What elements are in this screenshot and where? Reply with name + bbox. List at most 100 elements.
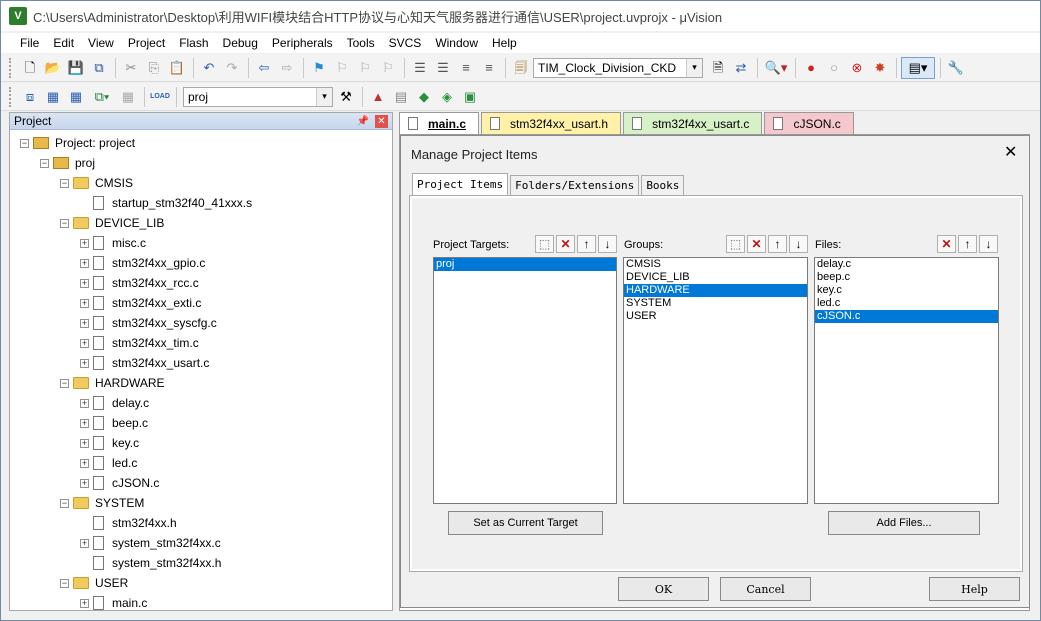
bookmark-icon[interactable]: ⚑ [308, 57, 330, 79]
expand-icon[interactable]: + [80, 418, 89, 428]
indent-icon[interactable]: ☰ [409, 57, 431, 79]
file-extensions-icon[interactable]: ▤ [390, 86, 412, 108]
list-item[interactable]: cJSON.c [815, 310, 998, 323]
undo-icon[interactable]: ↶ [198, 57, 220, 79]
tree-group-item[interactable]: − CMSIS [60, 173, 133, 193]
collapse-icon[interactable]: − [60, 218, 69, 228]
target-options-icon[interactable]: ⚒ [335, 86, 357, 108]
tree-file-item[interactable]: + misc.c [80, 233, 146, 253]
tree-group-item[interactable]: − HARDWARE [60, 373, 165, 393]
editor-tab[interactable]: main.c [399, 112, 480, 134]
next-bookmark-icon[interactable]: ⚐ [354, 57, 376, 79]
list-item[interactable]: delay.c [815, 258, 998, 271]
collapse-icon[interactable]: − [60, 578, 69, 588]
list-item[interactable]: HARDWARE [624, 284, 807, 297]
build-icon[interactable]: ▦ [42, 86, 64, 108]
files-listbox[interactable]: delay.c beep.c key.c led.c cJSON.c [814, 257, 999, 504]
delete-icon[interactable]: ✕ [556, 235, 575, 253]
save-icon[interactable]: 💾 [65, 57, 87, 79]
list-item[interactable]: key.c [815, 284, 998, 297]
list-item[interactable]: SYSTEM [624, 297, 807, 310]
expand-icon[interactable]: + [80, 278, 89, 288]
load-icon[interactable]: LOAD [149, 86, 171, 108]
collapse-icon[interactable]: − [20, 138, 29, 148]
kill-breakpoints-icon[interactable]: ✸ [869, 57, 891, 79]
menu-item-edit[interactable]: Edit [46, 33, 81, 53]
rebuild-icon[interactable]: ▦ [65, 86, 87, 108]
expand-icon[interactable]: + [80, 298, 89, 308]
clear-bookmarks-icon[interactable]: ⚐ [377, 57, 399, 79]
add-files-button[interactable]: Add Files... [828, 511, 980, 535]
find-icon[interactable]: 🗎 [707, 57, 729, 79]
open-folder-icon[interactable]: 📂 [42, 57, 64, 79]
stop-build-icon[interactable]: ▦ [117, 86, 139, 108]
batch-build-icon[interactable]: ⧉▾ [88, 86, 116, 108]
tree-file-item[interactable]: + stm32f4xx_exti.c [80, 293, 201, 313]
enable-breakpoint-icon[interactable]: ○ [823, 57, 845, 79]
tree-file-item[interactable]: + stm32f4xx_tim.c [80, 333, 199, 353]
copy-icon[interactable]: ⎘ [143, 57, 165, 79]
tree-file-item[interactable]: + beep.c [80, 413, 148, 433]
help-button[interactable]: Help [929, 577, 1020, 601]
toolbar-grip[interactable] [9, 86, 13, 107]
editor-tab[interactable]: stm32f4xx_usart.c [623, 112, 763, 134]
close-icon[interactable]: ✕ [1004, 145, 1017, 161]
tree-file-item[interactable]: + stm32f4xx_rcc.c [80, 273, 199, 293]
translate-icon[interactable]: ⧈ [19, 86, 41, 108]
menu-item-project[interactable]: Project [121, 33, 172, 53]
expand-icon[interactable]: + [80, 598, 89, 608]
manage-project-items-icon[interactable]: ▲ [367, 86, 389, 108]
pack-installer-icon[interactable]: ▣ [459, 86, 481, 108]
tree-file-item[interactable]: startup_stm32f40_41xxx.s [80, 193, 252, 213]
dialog-tab[interactable]: Project Items [412, 173, 509, 195]
incremental-find-icon[interactable]: ⇄ [730, 57, 752, 79]
menu-item-file[interactable]: File [13, 33, 46, 53]
paste-icon[interactable]: 📋 [166, 57, 188, 79]
editor-tab[interactable]: stm32f4xx_usart.h [481, 112, 622, 134]
tree-file-item[interactable]: + delay.c [80, 393, 149, 413]
menu-item-tools[interactable]: Tools [340, 33, 382, 53]
manage-components-icon[interactable]: ◆ [413, 86, 435, 108]
expand-icon[interactable]: + [80, 258, 89, 268]
expand-icon[interactable]: + [80, 318, 89, 328]
list-item[interactable]: proj [434, 258, 616, 271]
tree-file-item[interactable]: + cJSON.c [80, 473, 159, 493]
tree-group-item[interactable]: − USER [60, 573, 128, 593]
cut-icon[interactable]: ✂ [120, 57, 142, 79]
chevron-down-icon[interactable]: ▾ [686, 58, 702, 77]
expand-icon[interactable]: + [80, 238, 89, 248]
comment-icon[interactable]: ≡ [455, 57, 477, 79]
collapse-icon[interactable]: − [60, 378, 69, 388]
delete-icon[interactable]: ✕ [747, 235, 766, 253]
toolbar-grip[interactable] [9, 57, 13, 78]
menu-item-debug[interactable]: Debug [216, 33, 265, 53]
expand-icon[interactable]: + [80, 538, 89, 548]
menu-item-peripherals[interactable]: Peripherals [265, 33, 340, 53]
ok-button[interactable]: OK [618, 577, 709, 601]
debug-session-icon[interactable]: 🔍▾ [762, 57, 790, 79]
select-packs-icon[interactable]: ◈ [436, 86, 458, 108]
move-up-icon[interactable]: ↑ [958, 235, 977, 253]
tree-file-item[interactable]: + main.c [80, 593, 147, 610]
target-combo[interactable]: proj ▾ [183, 86, 333, 107]
expand-icon[interactable]: + [80, 438, 89, 448]
chevron-down-icon[interactable]: ▾ [316, 87, 332, 106]
insert-breakpoint-icon[interactable]: ● [800, 57, 822, 79]
collapse-icon[interactable]: − [60, 178, 69, 188]
expand-icon[interactable]: + [80, 478, 89, 488]
menu-item-svcs[interactable]: SVCS [382, 33, 429, 53]
tree-file-item[interactable]: + stm32f4xx_gpio.c [80, 253, 205, 273]
tree-file-item[interactable]: + stm32f4xx_usart.c [80, 353, 209, 373]
targets-listbox[interactable]: proj [433, 257, 617, 504]
menu-item-help[interactable]: Help [485, 33, 524, 53]
tree-file-item[interactable]: stm32f4xx.h [80, 513, 177, 533]
tree-group-item[interactable]: − SYSTEM [60, 493, 144, 513]
configure-icon[interactable]: 🔧 [945, 57, 967, 79]
pin-icon[interactable]: 📌 [357, 116, 369, 127]
tree-file-item[interactable]: + led.c [80, 453, 137, 473]
menu-item-flash[interactable]: Flash [172, 33, 215, 53]
find-combo[interactable]: TIM_Clock_Division_CKD ▾ [533, 57, 703, 78]
move-up-icon[interactable]: ↑ [768, 235, 787, 253]
move-up-icon[interactable]: ↑ [577, 235, 596, 253]
list-item[interactable]: DEVICE_LIB [624, 271, 807, 284]
